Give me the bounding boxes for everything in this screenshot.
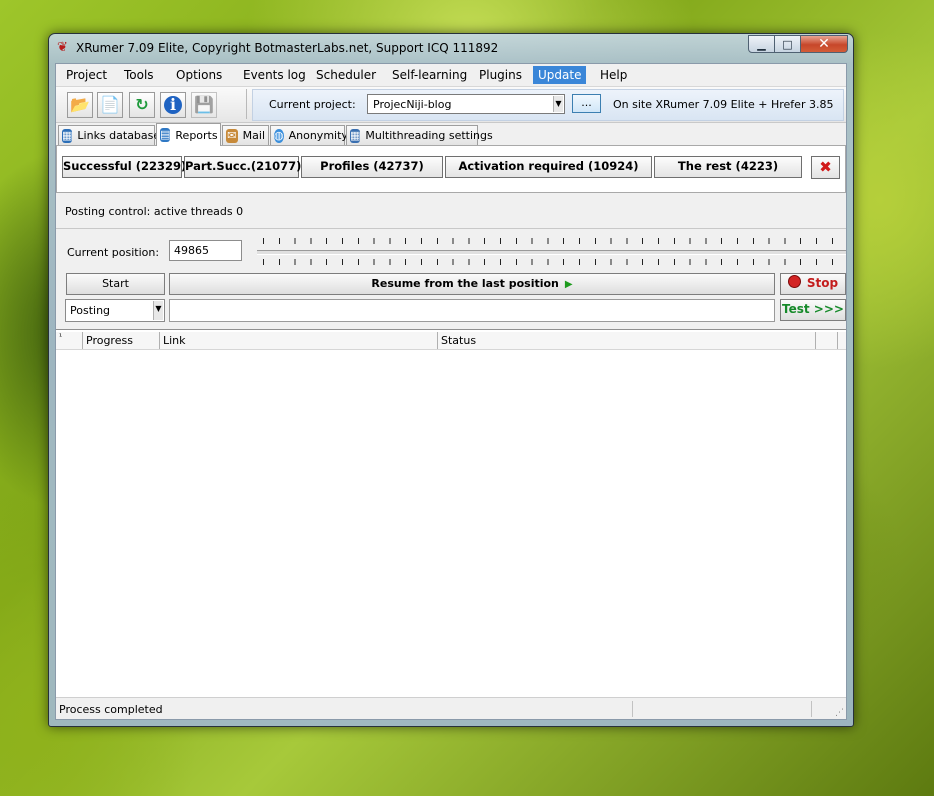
stop-icon	[787, 275, 801, 288]
tab-label: Links database	[77, 129, 161, 142]
chevron-down-icon[interactable]: ▼	[153, 301, 163, 320]
info-button[interactable]: ℹ	[160, 92, 186, 118]
refresh-icon: ↻	[135, 95, 149, 114]
current-project-select[interactable]: ProjecNiji-blog ▼	[367, 94, 565, 114]
xrumer-logo-icon: ❦	[57, 40, 68, 55]
tab-anonymity[interactable]: ◍ Anonymity	[270, 125, 348, 145]
save-icon: 💾	[194, 95, 214, 114]
toolbar-buttons: 📂 📄 ↻ ℹ 💾	[59, 89, 247, 119]
resize-grip-icon[interactable]: ⋰	[835, 709, 844, 718]
mail-icon: ✉	[226, 128, 238, 143]
close-button[interactable]: ✕	[801, 35, 848, 53]
stop-label: Stop	[806, 276, 839, 290]
slider-track[interactable]	[257, 250, 846, 255]
chevron-down-icon[interactable]: ▼	[553, 96, 563, 112]
menu-options[interactable]: Options	[176, 68, 222, 82]
toolbar: 📂 📄 ↻ ℹ 💾 Current project: ProjecNiji-bl…	[56, 87, 846, 123]
current-position-label: Current position:	[67, 246, 160, 259]
open-folder-icon: 📂	[70, 95, 90, 114]
tab-label: Multithreading settings	[365, 129, 493, 142]
column-progress[interactable]: Progress	[83, 332, 160, 349]
posting-control-text: Posting control: active threads 0	[65, 205, 244, 218]
position-slider[interactable]	[257, 234, 846, 267]
part-succ-button[interactable]: Part.Succ.(21077)	[184, 156, 301, 178]
xrumer-window: ❦ XRumer 7.09 Elite, Copyright Botmaster…	[48, 33, 854, 727]
grid-header: ¹ Progress Link Status	[56, 332, 846, 350]
globe-icon: ◍	[274, 128, 284, 143]
tab-strip: ▦ Links database ▤ Reports ✉ Mail ◍ Anon…	[56, 123, 846, 146]
menu-tools[interactable]: Tools	[124, 68, 154, 82]
test-button[interactable]: Test >>>	[780, 299, 846, 321]
menu-plugins[interactable]: Plugins	[479, 68, 522, 82]
refresh-button[interactable]: ↻	[129, 92, 155, 118]
status-text: Process completed	[59, 703, 163, 716]
site-info-text: On site XRumer 7.09 Elite + Hrefer 3.85	[613, 98, 834, 111]
current-position-input[interactable]: 49865	[169, 240, 242, 261]
test-url-input[interactable]	[169, 299, 775, 322]
resume-button[interactable]: Resume from the last position ▶	[169, 273, 775, 295]
browse-project-button[interactable]: ...	[572, 94, 601, 113]
menu-update[interactable]: Update	[533, 66, 587, 84]
menu-project[interactable]: Project	[66, 68, 107, 82]
successful-button[interactable]: Successful (22329)	[62, 156, 186, 178]
column-link[interactable]: Link	[160, 332, 438, 349]
new-document-icon: 📄	[100, 95, 120, 114]
clear-reports-button[interactable]: ✖	[811, 156, 840, 179]
tab-label: Anonymity	[288, 129, 348, 142]
mode-value: Posting	[70, 304, 111, 317]
tab-mail[interactable]: ✉ Mail	[222, 125, 269, 145]
current-project-label: Current project:	[269, 98, 356, 111]
activation-required-button[interactable]: Activation required (10924)	[445, 156, 652, 178]
status-divider	[811, 701, 812, 717]
window-controls: ▁ □ ✕	[748, 35, 848, 54]
minimize-button[interactable]: ▁	[748, 35, 775, 53]
maximize-button[interactable]: □	[775, 35, 801, 53]
current-project-value: ProjecNiji-blog	[373, 98, 452, 111]
menu-events-log[interactable]: Events log	[243, 68, 306, 82]
save-button[interactable]: 💾	[191, 92, 217, 118]
start-button[interactable]: Start	[66, 273, 165, 295]
clear-icon: ✖	[819, 158, 832, 176]
open-project-button[interactable]: 📂	[67, 92, 93, 118]
the-rest-button[interactable]: The rest (4223)	[654, 156, 802, 178]
resume-label: Resume from the last position	[371, 277, 559, 290]
column-empty	[816, 332, 838, 349]
client-area: Project Tools Options Events log Schedul…	[55, 63, 847, 720]
play-icon: ▶	[564, 279, 573, 290]
column-status[interactable]: Status	[438, 332, 816, 349]
reports-icon: ▤	[160, 128, 171, 142]
tab-links-database[interactable]: ▦ Links database	[58, 125, 160, 145]
menu-self-learning[interactable]: Self-learning	[392, 68, 467, 82]
tab-reports[interactable]: ▤ Reports	[156, 123, 221, 146]
database-icon: ▦	[62, 128, 73, 143]
new-project-button[interactable]: 📄	[97, 92, 123, 118]
mode-select[interactable]: Posting ▼	[65, 299, 165, 322]
info-icon: ℹ	[164, 96, 182, 114]
threads-grid[interactable]: ¹ Progress Link Status	[56, 329, 846, 698]
menu-help[interactable]: Help	[600, 68, 627, 82]
divider	[56, 228, 846, 229]
tab-label: Reports	[175, 128, 218, 142]
menu-bar: Project Tools Options Events log Schedul…	[56, 64, 846, 87]
reports-panel: Successful (22329) Part.Succ.(21077) Pro…	[56, 145, 846, 193]
tab-label: Mail	[242, 129, 265, 142]
menu-scheduler[interactable]: Scheduler	[316, 68, 376, 82]
title-bar[interactable]: ❦ XRumer 7.09 Elite, Copyright Botmaster…	[49, 34, 853, 62]
slider-ticks-bottom	[263, 259, 846, 265]
status-bar: Process completed ⋰	[56, 697, 846, 719]
project-panel: Current project: ProjecNiji-blog ▼ ... O…	[252, 89, 844, 121]
window-title: XRumer 7.09 Elite, Copyright BotmasterLa…	[76, 41, 499, 55]
stop-button[interactable]: Stop	[780, 273, 846, 295]
profiles-button[interactable]: Profiles (42737)	[301, 156, 443, 178]
column-number[interactable]: ¹	[56, 332, 83, 349]
slider-ticks-top	[263, 238, 846, 244]
grid-icon: ▦	[350, 128, 361, 143]
status-divider	[632, 701, 633, 717]
tab-multithreading-settings[interactable]: ▦ Multithreading settings	[346, 125, 493, 145]
